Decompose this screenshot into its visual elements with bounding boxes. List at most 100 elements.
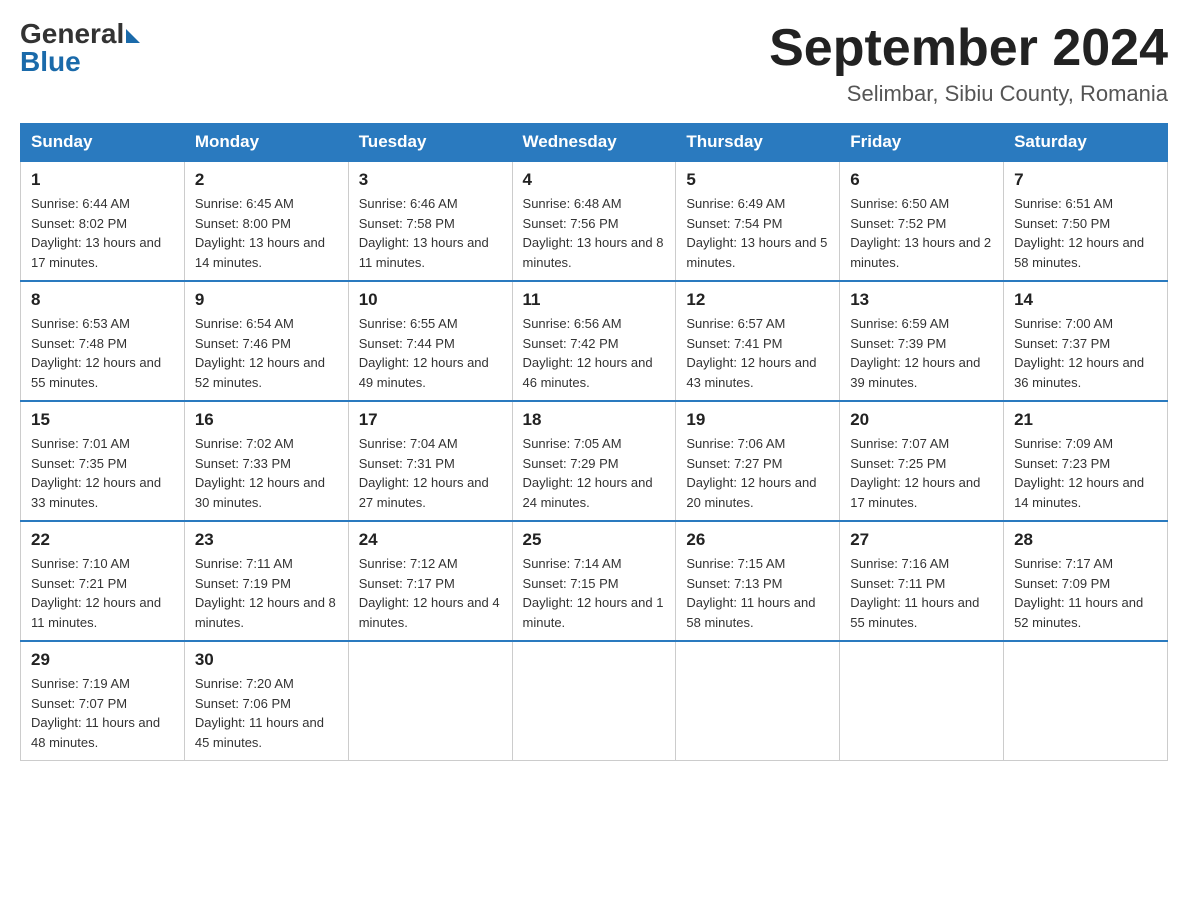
day-number: 5 bbox=[686, 170, 829, 190]
day-number: 11 bbox=[523, 290, 666, 310]
calendar-cell: 26 Sunrise: 7:15 AMSunset: 7:13 PMDayligh… bbox=[676, 521, 840, 641]
logo-triangle-icon bbox=[126, 29, 140, 43]
calendar-cell: 1Sunrise: 6:44 AMSunset: 8:02 PMDaylight… bbox=[21, 161, 185, 281]
calendar-cell: 27 Sunrise: 7:16 AMSunset: 7:11 PMDayligh… bbox=[840, 521, 1004, 641]
day-number: 29 bbox=[31, 650, 174, 670]
calendar-cell bbox=[348, 641, 512, 761]
calendar-table: SundayMondayTuesdayWednesdayThursdayFrid… bbox=[20, 123, 1168, 761]
day-info: Sunrise: 7:17 AMSunset: 7:09 PMDaylight:… bbox=[1014, 554, 1157, 632]
day-number: 10 bbox=[359, 290, 502, 310]
day-number: 3 bbox=[359, 170, 502, 190]
week-row-5: 29 Sunrise: 7:19 AMSunset: 7:07 PMDayligh… bbox=[21, 641, 1168, 761]
calendar-cell: 18 Sunrise: 7:05 AMSunset: 7:29 PMDayligh… bbox=[512, 401, 676, 521]
day-number: 8 bbox=[31, 290, 174, 310]
title-section: September 2024 Selimbar, Sibiu County, R… bbox=[769, 20, 1168, 107]
day-info: Sunrise: 6:45 AMSunset: 8:00 PMDaylight:… bbox=[195, 194, 338, 272]
day-info: Sunrise: 7:20 AMSunset: 7:06 PMDaylight:… bbox=[195, 674, 338, 752]
calendar-cell: 7 Sunrise: 6:51 AMSunset: 7:50 PMDaylight… bbox=[1004, 161, 1168, 281]
day-info: Sunrise: 6:56 AMSunset: 7:42 PMDaylight:… bbox=[523, 314, 666, 392]
day-number: 16 bbox=[195, 410, 338, 430]
day-info: Sunrise: 6:48 AMSunset: 7:56 PMDaylight:… bbox=[523, 194, 666, 272]
weekday-header-row: SundayMondayTuesdayWednesdayThursdayFrid… bbox=[21, 124, 1168, 162]
calendar-cell: 8 Sunrise: 6:53 AMSunset: 7:48 PMDaylight… bbox=[21, 281, 185, 401]
day-info: Sunrise: 7:01 AMSunset: 7:35 PMDaylight:… bbox=[31, 434, 174, 512]
calendar-cell: 6Sunrise: 6:50 AMSunset: 7:52 PMDaylight… bbox=[840, 161, 1004, 281]
day-info: Sunrise: 6:50 AMSunset: 7:52 PMDaylight:… bbox=[850, 194, 993, 272]
day-info: Sunrise: 6:55 AMSunset: 7:44 PMDaylight:… bbox=[359, 314, 502, 392]
calendar-cell: 28 Sunrise: 7:17 AMSunset: 7:09 PMDayligh… bbox=[1004, 521, 1168, 641]
calendar-cell: 5Sunrise: 6:49 AMSunset: 7:54 PMDaylight… bbox=[676, 161, 840, 281]
location-subtitle: Selimbar, Sibiu County, Romania bbox=[769, 81, 1168, 107]
day-number: 22 bbox=[31, 530, 174, 550]
calendar-cell: 15 Sunrise: 7:01 AMSunset: 7:35 PMDayligh… bbox=[21, 401, 185, 521]
page-header: General Blue September 2024 Selimbar, Si… bbox=[20, 20, 1168, 107]
calendar-cell: 22 Sunrise: 7:10 AMSunset: 7:21 PMDayligh… bbox=[21, 521, 185, 641]
day-number: 28 bbox=[1014, 530, 1157, 550]
calendar-cell: 30 Sunrise: 7:20 AMSunset: 7:06 PMDayligh… bbox=[184, 641, 348, 761]
day-info: Sunrise: 7:09 AMSunset: 7:23 PMDaylight:… bbox=[1014, 434, 1157, 512]
day-number: 18 bbox=[523, 410, 666, 430]
calendar-cell: 21 Sunrise: 7:09 AMSunset: 7:23 PMDayligh… bbox=[1004, 401, 1168, 521]
calendar-cell: 25Sunrise: 7:14 AMSunset: 7:15 PMDayligh… bbox=[512, 521, 676, 641]
day-info: Sunrise: 7:02 AMSunset: 7:33 PMDaylight:… bbox=[195, 434, 338, 512]
calendar-cell: 20 Sunrise: 7:07 AMSunset: 7:25 PMDayligh… bbox=[840, 401, 1004, 521]
day-info: Sunrise: 7:10 AMSunset: 7:21 PMDaylight:… bbox=[31, 554, 174, 632]
calendar-cell: 16 Sunrise: 7:02 AMSunset: 7:33 PMDayligh… bbox=[184, 401, 348, 521]
day-info: Sunrise: 7:12 AMSunset: 7:17 PMDaylight:… bbox=[359, 554, 502, 632]
day-info: Sunrise: 6:46 AMSunset: 7:58 PMDaylight:… bbox=[359, 194, 502, 272]
day-info: Sunrise: 7:07 AMSunset: 7:25 PMDaylight:… bbox=[850, 434, 993, 512]
weekday-header-friday: Friday bbox=[840, 124, 1004, 162]
calendar-cell: 17Sunrise: 7:04 AMSunset: 7:31 PMDayligh… bbox=[348, 401, 512, 521]
day-number: 7 bbox=[1014, 170, 1157, 190]
day-info: Sunrise: 7:19 AMSunset: 7:07 PMDaylight:… bbox=[31, 674, 174, 752]
calendar-cell: 9 Sunrise: 6:54 AMSunset: 7:46 PMDaylight… bbox=[184, 281, 348, 401]
week-row-2: 8 Sunrise: 6:53 AMSunset: 7:48 PMDaylight… bbox=[21, 281, 1168, 401]
day-info: Sunrise: 7:00 AMSunset: 7:37 PMDaylight:… bbox=[1014, 314, 1157, 392]
day-info: Sunrise: 7:16 AMSunset: 7:11 PMDaylight:… bbox=[850, 554, 993, 632]
day-number: 19 bbox=[686, 410, 829, 430]
day-info: Sunrise: 7:05 AMSunset: 7:29 PMDaylight:… bbox=[523, 434, 666, 512]
calendar-cell: 2 Sunrise: 6:45 AMSunset: 8:00 PMDaylight… bbox=[184, 161, 348, 281]
logo: General Blue bbox=[20, 20, 140, 76]
day-info: Sunrise: 6:57 AMSunset: 7:41 PMDaylight:… bbox=[686, 314, 829, 392]
day-number: 20 bbox=[850, 410, 993, 430]
calendar-cell bbox=[1004, 641, 1168, 761]
day-info: Sunrise: 7:04 AMSunset: 7:31 PMDaylight:… bbox=[359, 434, 502, 512]
day-number: 14 bbox=[1014, 290, 1157, 310]
calendar-cell: 13 Sunrise: 6:59 AMSunset: 7:39 PMDayligh… bbox=[840, 281, 1004, 401]
weekday-header-saturday: Saturday bbox=[1004, 124, 1168, 162]
calendar-cell: 14 Sunrise: 7:00 AMSunset: 7:37 PMDayligh… bbox=[1004, 281, 1168, 401]
day-info: Sunrise: 6:53 AMSunset: 7:48 PMDaylight:… bbox=[31, 314, 174, 392]
calendar-cell: 10 Sunrise: 6:55 AMSunset: 7:44 PMDayligh… bbox=[348, 281, 512, 401]
day-info: Sunrise: 7:06 AMSunset: 7:27 PMDaylight:… bbox=[686, 434, 829, 512]
week-row-3: 15 Sunrise: 7:01 AMSunset: 7:35 PMDayligh… bbox=[21, 401, 1168, 521]
day-number: 23 bbox=[195, 530, 338, 550]
day-info: Sunrise: 6:54 AMSunset: 7:46 PMDaylight:… bbox=[195, 314, 338, 392]
weekday-header-wednesday: Wednesday bbox=[512, 124, 676, 162]
day-number: 26 bbox=[686, 530, 829, 550]
day-number: 9 bbox=[195, 290, 338, 310]
logo-blue: Blue bbox=[20, 48, 81, 76]
calendar-cell: 11 Sunrise: 6:56 AMSunset: 7:42 PMDayligh… bbox=[512, 281, 676, 401]
day-info: Sunrise: 6:59 AMSunset: 7:39 PMDaylight:… bbox=[850, 314, 993, 392]
weekday-header-thursday: Thursday bbox=[676, 124, 840, 162]
day-number: 2 bbox=[195, 170, 338, 190]
calendar-cell bbox=[512, 641, 676, 761]
day-number: 24 bbox=[359, 530, 502, 550]
day-number: 15 bbox=[31, 410, 174, 430]
day-number: 30 bbox=[195, 650, 338, 670]
day-number: 27 bbox=[850, 530, 993, 550]
day-info: Sunrise: 6:44 AMSunset: 8:02 PMDaylight:… bbox=[31, 194, 174, 272]
day-number: 13 bbox=[850, 290, 993, 310]
logo-general: General bbox=[20, 20, 124, 48]
day-number: 21 bbox=[1014, 410, 1157, 430]
calendar-cell: 24 Sunrise: 7:12 AMSunset: 7:17 PMDayligh… bbox=[348, 521, 512, 641]
calendar-cell: 3 Sunrise: 6:46 AMSunset: 7:58 PMDaylight… bbox=[348, 161, 512, 281]
day-info: Sunrise: 7:14 AMSunset: 7:15 PMDaylight:… bbox=[523, 554, 666, 632]
day-info: Sunrise: 6:51 AMSunset: 7:50 PMDaylight:… bbox=[1014, 194, 1157, 272]
weekday-header-tuesday: Tuesday bbox=[348, 124, 512, 162]
day-info: Sunrise: 7:15 AMSunset: 7:13 PMDaylight:… bbox=[686, 554, 829, 632]
day-info: Sunrise: 7:11 AMSunset: 7:19 PMDaylight:… bbox=[195, 554, 338, 632]
calendar-cell: 19 Sunrise: 7:06 AMSunset: 7:27 PMDayligh… bbox=[676, 401, 840, 521]
day-number: 4 bbox=[523, 170, 666, 190]
